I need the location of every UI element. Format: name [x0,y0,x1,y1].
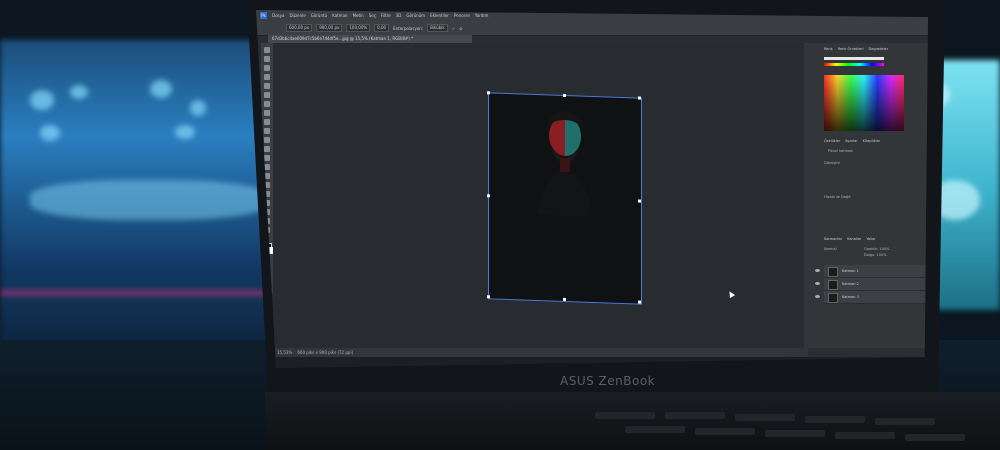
gradient-tool-icon[interactable] [264,146,270,152]
visibility-eye-icon[interactable] [815,295,820,298]
layer-thumbnail [828,293,838,303]
layer-thumbnail [828,280,838,290]
eraser-tool-icon[interactable] [264,137,270,143]
menu-image[interactable]: Görüntü [311,13,327,18]
blur-tool-icon[interactable] [264,155,270,161]
layer-row[interactable]: Katman 2 [815,278,928,291]
healing-tool-icon[interactable] [264,101,270,107]
mouse-cursor-icon [726,289,736,299]
visibility-eye-icon[interactable] [815,269,820,272]
options-bar: 600,00 px 900,00 px 100,00% 0,00 Enterpo… [256,21,928,36]
brush-tool-icon[interactable] [264,110,270,116]
interpolation-label: Enterpolasyon: [393,25,424,31]
menu-view[interactable]: Görünüm [406,13,425,18]
history-brush-tool-icon[interactable] [264,128,270,134]
clone-stamp-tool-icon[interactable] [264,119,270,125]
right-panels: Renk Renk Örnekleri Degradeler Özellikle… [804,43,928,348]
marquee-tool-icon[interactable] [264,56,270,62]
eyedropper-tool-icon[interactable] [264,92,270,98]
menu-select[interactable]: Seç [369,13,376,18]
fill-field[interactable]: Dolgu: 100% [864,253,887,257]
transform-handle[interactable] [563,93,566,98]
status-bar: 15,53% 600 piks x 900 piks (72 ppi) [273,348,808,357]
status-dimensions: 600 piks x 900 piks (72 ppi) [297,350,354,355]
photoshop-logo-icon: Ps [260,12,267,19]
layer-row[interactable]: Katman 3 [815,291,928,304]
crop-tool-icon[interactable] [264,83,270,89]
layer-name: Katman 2 [842,282,859,286]
transform-handle[interactable] [487,194,490,198]
lasso-tool-icon[interactable] [264,65,270,71]
layer-thumbnail [828,267,838,277]
transform-handle[interactable] [638,300,641,304]
tab-properties[interactable]: Özellikler [824,139,840,143]
portrait-image [538,110,592,217]
zoom-field[interactable]: 100,00% [346,24,371,32]
tab-color[interactable]: Renk [824,47,833,51]
status-zoom[interactable]: 15,53% [277,350,292,355]
commit-icon[interactable]: ✓ [452,26,455,31]
laptop-screen: Ps Dosya Düzenle Görüntü Katman Metin Se… [256,10,928,368]
transform-handle[interactable] [563,297,566,302]
width-field[interactable]: 600,00 px [286,24,313,32]
properties-subtitle: Piksel katmanı [828,149,854,153]
menu-help[interactable]: Yardım [475,13,488,18]
interpolation-select[interactable]: Bikübik [427,24,448,32]
menu-edit[interactable]: Düzenle [289,13,305,18]
tab-layers[interactable]: Katmanlar [824,237,842,241]
angle-field[interactable]: 0,00 [374,24,390,32]
blend-mode-select[interactable]: Normal [824,247,837,251]
tab-swatches[interactable]: Renk Örnekleri [838,47,864,51]
laptop-keyboard [265,392,1000,450]
layer-name: Katman 1 [842,269,859,273]
align-section-label[interactable]: Hizala ve Dağıt [824,195,851,199]
opacity-field[interactable]: Opaklık: 100% [864,247,889,251]
menu-type[interactable]: Metin [353,13,364,18]
move-tool-icon[interactable] [264,47,270,53]
layer-name: Katman 3 [842,295,859,299]
transform-handle[interactable] [487,91,490,95]
transform-handle[interactable] [638,199,641,203]
document-tab[interactable]: 67d3bbc4ae009d7c5b6e7d4df5e...jpg @ 15,5… [268,35,472,43]
layer-row[interactable]: Katman 1 [815,265,928,278]
tab-channels[interactable]: Kanallar [847,237,861,241]
menu-plugins[interactable]: Eklentiler [430,13,449,18]
transform-handle[interactable] [487,295,490,299]
tab-libraries[interactable]: Kitaplıklar [863,139,881,143]
menu-file[interactable]: Dosya [272,13,284,18]
quick-select-tool-icon[interactable] [264,74,270,80]
laptop-brand-label: ASUS ZenBook [560,374,656,388]
transform-handle[interactable] [638,96,641,100]
color-slider[interactable] [824,57,884,60]
menu-filter[interactable]: Filtre [381,13,391,18]
tab-gradients[interactable]: Degradeler [869,47,889,51]
menu-3d[interactable]: 3D [396,13,402,18]
tab-paths[interactable]: Yollar [866,237,875,241]
height-field[interactable]: 900,00 px [316,24,343,32]
tab-adjustments[interactable]: Ayarlar [845,139,857,143]
hue-slider[interactable] [824,63,884,66]
document-canvas[interactable] [487,91,642,305]
canvas-area[interactable] [273,43,804,348]
menu-layer[interactable]: Katman [332,13,347,18]
menu-window[interactable]: Pencere [454,13,470,18]
transform-section-label[interactable]: Dönüştür [824,161,840,165]
cancel-icon[interactable]: ⊘ [459,26,462,31]
visibility-eye-icon[interactable] [815,282,820,285]
color-picker-field[interactable] [824,75,904,131]
